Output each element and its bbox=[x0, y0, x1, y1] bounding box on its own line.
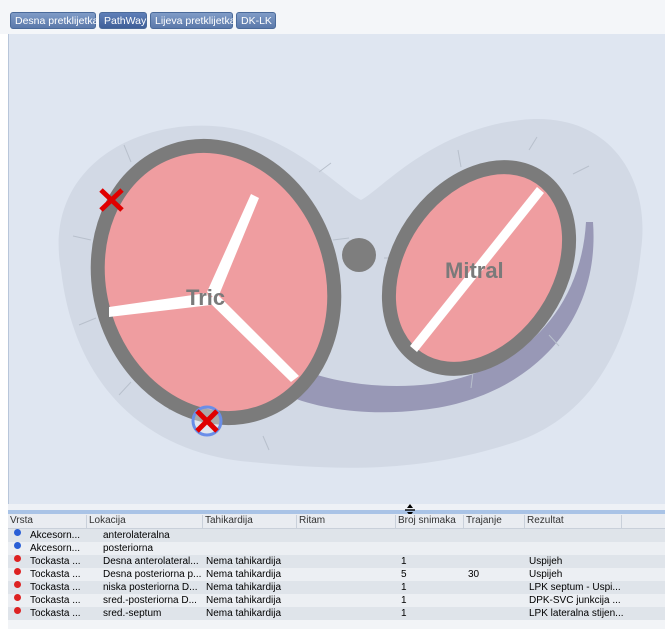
table-row[interactable]: Tockasta ... Desna anterolateral... Nema t… bbox=[8, 555, 665, 568]
cell-broj: 1 bbox=[401, 556, 407, 567]
panel-splitter[interactable] bbox=[8, 504, 665, 516]
cell-vrsta: Tockasta ... bbox=[30, 556, 81, 567]
cell-broj: 1 bbox=[401, 595, 407, 606]
column-header[interactable]: Ritam bbox=[296, 515, 397, 528]
cell-tahikardija: Nema tahikardija bbox=[206, 595, 282, 606]
column-header[interactable]: Rezultat bbox=[524, 515, 623, 528]
cell-lokacija: sred.-posteriorna D... bbox=[103, 595, 197, 606]
cell-lokacija: sred.-septum bbox=[103, 608, 162, 619]
heart-valve-diagram[interactable]: Tric Mitral bbox=[8, 34, 665, 504]
cell-rezultat: Uspijeh bbox=[529, 569, 563, 580]
cell-rezultat: LPK septum - Uspi... bbox=[529, 582, 621, 593]
status-error-icon bbox=[14, 555, 21, 562]
tab-dk-lk[interactable]: DK-LK bbox=[236, 12, 276, 29]
column-header[interactable]: Broj snimaka bbox=[395, 515, 465, 528]
cell-lokacija: anterolateralna bbox=[103, 530, 170, 541]
table-row[interactable]: Tockasta ... sred.-septum Nema tahikardija… bbox=[8, 607, 665, 620]
tab-lijeva-pretklijetka[interactable]: Lijeva pretklijetka bbox=[150, 12, 236, 29]
column-header[interactable]: Tahikardija bbox=[202, 515, 298, 528]
cell-vrsta: Tockasta ... bbox=[30, 595, 81, 606]
cell-lokacija: Desna anterolateral... bbox=[103, 556, 199, 567]
valve-diagram-svg: Tric Mitral bbox=[58, 119, 643, 468]
column-header[interactable]: Trajanje bbox=[463, 515, 526, 528]
table-row[interactable]: Tockasta ... Desna posteriorna p... Nema t… bbox=[8, 568, 665, 581]
cell-vrsta: Tockasta ... bbox=[30, 608, 81, 619]
tab-pathway[interactable]: PathWay bbox=[99, 12, 147, 29]
tab-bar: Desna pretklijetka PathWay Lijeva pretkl… bbox=[0, 0, 665, 34]
cell-lokacija: posteriorna bbox=[103, 543, 154, 554]
x-marker-icon[interactable] bbox=[191, 405, 223, 437]
cell-broj: 5 bbox=[401, 569, 407, 580]
cell-broj: 1 bbox=[401, 608, 407, 619]
mitral-label: Mitral bbox=[445, 258, 504, 283]
status-info-icon bbox=[14, 529, 21, 536]
cell-vrsta: Akcesorn... bbox=[30, 530, 81, 541]
cell-vrsta: Tockasta ... bbox=[30, 582, 81, 593]
table-row[interactable]: Tockasta ... niska posteriorna D... Nema t… bbox=[8, 581, 665, 594]
cell-vrsta: Tockasta ... bbox=[30, 569, 81, 580]
cell-tahikardija: Nema tahikardija bbox=[206, 608, 282, 619]
table-row[interactable]: Tockasta ... sred.-posteriorna D... Nema t… bbox=[8, 594, 665, 607]
status-error-icon bbox=[14, 568, 21, 575]
cell-trajanje: 30 bbox=[468, 569, 480, 580]
cell-tahikardija: Nema tahikardija bbox=[206, 582, 282, 593]
cell-vrsta: Akcesorn... bbox=[30, 543, 81, 554]
cell-rezultat: Uspijeh bbox=[529, 556, 563, 567]
table-header: Vrsta Lokacija Tahikardija Ritam Broj sn… bbox=[8, 514, 665, 529]
cell-lokacija: niska posteriorna D... bbox=[103, 582, 198, 593]
column-header-filler bbox=[621, 515, 665, 528]
tab-desna-pretklijetka[interactable]: Desna pretklijetka bbox=[10, 12, 98, 29]
cell-rezultat: LPK lateralna stijen... bbox=[529, 608, 624, 619]
cell-lokacija: Desna posteriorna p... bbox=[103, 569, 201, 580]
cell-broj: 1 bbox=[401, 582, 407, 593]
table-row[interactable]: Akcesorn... anterolateralna bbox=[8, 529, 665, 542]
tricuspid-label: Tric bbox=[186, 285, 225, 310]
results-table: Vrsta Lokacija Tahikardija Ritam Broj sn… bbox=[8, 514, 665, 629]
status-error-icon bbox=[14, 594, 21, 601]
status-error-icon bbox=[14, 607, 21, 614]
table-row[interactable]: Akcesorn... posteriorna bbox=[8, 542, 665, 555]
column-header[interactable]: Vrsta bbox=[8, 515, 87, 528]
column-header[interactable]: Lokacija bbox=[86, 515, 204, 528]
cell-rezultat: DPK-SVC junkcija ... bbox=[529, 595, 621, 606]
cell-tahikardija: Nema tahikardija bbox=[206, 556, 282, 567]
status-error-icon bbox=[14, 581, 21, 588]
status-info-icon bbox=[14, 542, 21, 549]
cell-tahikardija: Nema tahikardija bbox=[206, 569, 282, 580]
center-node bbox=[342, 238, 376, 272]
